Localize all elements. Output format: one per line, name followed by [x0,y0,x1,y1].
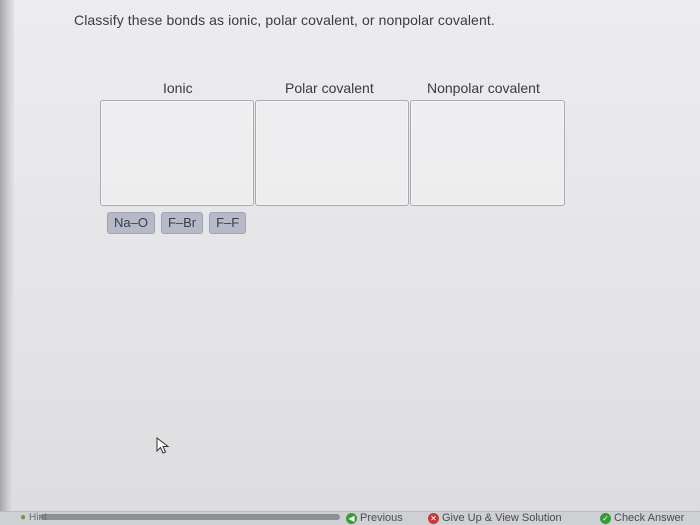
previous-arrow-icon: ◀ [346,512,357,524]
window-edge [0,0,14,525]
bin-nonpolar-covalent[interactable] [410,100,565,206]
bin-polar-covalent[interactable] [255,100,409,206]
hint-label: Hint [29,512,47,523]
previous-label: Previous [360,512,403,524]
previous-button[interactable]: ◀ Previous [346,512,403,524]
question-text: Classify these bonds as ionic, polar cov… [74,12,495,28]
tile-f-br[interactable]: F–Br [160,212,204,234]
hint-icon: ● [20,512,27,523]
horizontal-scrollbar[interactable] [40,514,340,520]
tile-bank: Na–O F–Br F–F [107,212,247,234]
label-polar-covalent: Polar covalent [285,80,374,96]
hint-button[interactable]: ● Hint [20,512,47,523]
label-nonpolar-covalent: Nonpolar covalent [427,80,540,96]
check-icon: ✓ [600,512,611,524]
assignment-screen: Classify these bonds as ionic, polar cov… [0,0,700,525]
check-answer-button[interactable]: ✓ Check Answer [600,512,684,524]
give-up-button[interactable]: ✕ Give Up & View Solution [428,512,562,524]
tile-na-o[interactable]: Na–O [107,212,155,234]
bin-ionic[interactable] [100,100,254,206]
check-answer-label: Check Answer [614,512,685,524]
tile-f-f[interactable]: F–F [209,212,247,234]
mouse-cursor-icon [156,436,172,460]
label-ionic: Ionic [163,80,193,96]
give-up-label: Give Up & View Solution [442,512,562,524]
give-up-x-icon: ✕ [428,512,439,524]
